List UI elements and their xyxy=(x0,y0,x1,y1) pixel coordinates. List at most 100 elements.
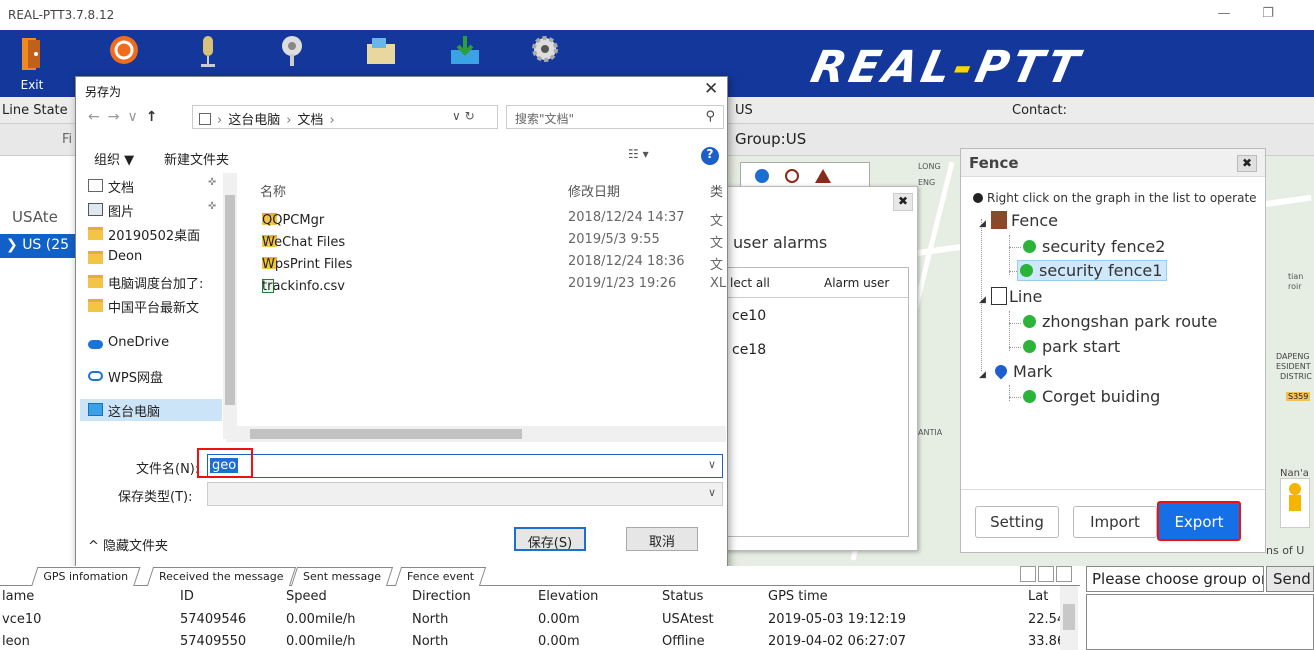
message-input[interactable] xyxy=(1086,594,1314,650)
pin-icon[interactable]: ✜ xyxy=(208,177,216,188)
scroll-thumb[interactable] xyxy=(225,195,235,405)
grid-cell[interactable]: North xyxy=(412,612,448,627)
grid-header[interactable]: Speed xyxy=(286,589,327,604)
grid-header[interactable]: ID xyxy=(180,589,194,604)
grid-cell[interactable]: 57409550 xyxy=(180,634,246,649)
navigation-arrows[interactable]: ←→∨↑ xyxy=(88,109,165,125)
scroll-thumb[interactable] xyxy=(1063,604,1075,630)
tree-item-fence-selected[interactable]: security fence1 xyxy=(1017,260,1168,281)
chevron-down-icon[interactable]: ∨ xyxy=(708,458,716,471)
ring-tool-icon[interactable] xyxy=(785,169,799,183)
nav-item-onedrive[interactable]: OneDrive xyxy=(80,333,222,355)
file-row[interactable]: QQPCMgr 2018/12/24 14:37 文 xyxy=(240,207,726,229)
grid-cell[interactable]: 0.00mile/h xyxy=(286,634,355,649)
group-chooser[interactable]: Please choose group or xyxy=(1086,566,1264,592)
dialog-close-button[interactable]: ✕ xyxy=(704,79,718,99)
tree-group-fence[interactable]: ◢ Fence xyxy=(979,211,1058,230)
grid-cell[interactable]: vce10 xyxy=(2,612,41,627)
view-options-icon[interactable]: ☷ ▾ xyxy=(628,147,649,161)
tree-node-us[interactable]: ❯ US (25 xyxy=(0,234,76,258)
grid-cell[interactable]: 57409546 xyxy=(180,612,246,627)
column-header-type[interactable]: 类 xyxy=(710,181,723,200)
column-header-name[interactable]: 名称 xyxy=(260,181,286,200)
file-row[interactable]: WeChat Files 2019/5/3 9:55 文 xyxy=(240,229,726,251)
chevron-down-icon[interactable]: ∨ xyxy=(708,486,716,499)
tree-item-fence[interactable]: security fence2 xyxy=(1023,237,1165,256)
scroll-thumb[interactable] xyxy=(250,429,522,439)
new-folder-button[interactable]: 新建文件夹 xyxy=(164,149,229,168)
cancel-button[interactable]: 取消 xyxy=(626,527,698,551)
grid-cell[interactable]: North xyxy=(412,634,448,649)
circle-tool-icon[interactable] xyxy=(755,169,769,183)
alarm-list-item[interactable]: ce10 xyxy=(732,308,766,324)
alarm-list-item[interactable]: ce18 xyxy=(732,342,766,358)
tab-received-message[interactable]: Received the message xyxy=(146,567,296,586)
send-button[interactable]: Send xyxy=(1266,566,1314,592)
file-row[interactable]: trackinfo.csv 2019/1/23 19:26 XL xyxy=(240,273,726,295)
maximize-button[interactable]: ❐ xyxy=(1258,6,1278,24)
search-input[interactable]: 搜索"文档" ⚲ xyxy=(506,105,724,129)
nav-item-pictures[interactable]: 图片 ✜ xyxy=(80,199,222,221)
collapse-arrow-icon[interactable]: ◢ xyxy=(979,295,986,305)
breadcrumb-this-pc[interactable]: 这台电脑 xyxy=(228,113,280,128)
collapse-arrow-icon[interactable]: ◢ xyxy=(979,370,986,380)
hide-folders-toggle[interactable]: ^ 隐藏文件夹 xyxy=(88,535,168,554)
nav-item-folder[interactable]: 20190502桌面 xyxy=(80,223,222,245)
nav-pane-scrollbar[interactable] xyxy=(223,173,237,439)
exit-button[interactable]: Exit xyxy=(10,34,54,92)
layout-button[interactable] xyxy=(1038,566,1054,582)
select-all-label[interactable]: lect all xyxy=(730,276,770,290)
tree-item-line[interactable]: park start xyxy=(1023,337,1120,356)
grid-scrollbar[interactable] xyxy=(1060,586,1078,650)
file-row[interactable]: WpsPrint Files 2018/12/24 18:36 文 xyxy=(240,251,726,273)
grid-cell[interactable]: 0.00m xyxy=(538,634,580,649)
nav-item-folder[interactable]: 中国平台最新文 xyxy=(80,295,222,317)
grid-header[interactable]: Direction xyxy=(412,589,471,604)
nav-item-wps-cloud[interactable]: WPS网盘 xyxy=(80,365,222,387)
file-list-hscrollbar[interactable] xyxy=(226,426,726,442)
nav-item-folder[interactable]: Deon xyxy=(80,247,222,269)
nav-item-this-pc[interactable]: 这台电脑 xyxy=(80,399,222,421)
tree-item-line[interactable]: zhongshan park route xyxy=(1023,312,1217,331)
collapse-arrow-icon[interactable]: ◢ xyxy=(979,219,986,229)
column-header-date[interactable]: 修改日期 xyxy=(568,181,620,200)
tree-item-mark[interactable]: Corget buiding xyxy=(1023,387,1160,406)
map-drawing-tools[interactable] xyxy=(740,162,870,188)
layout-button[interactable] xyxy=(1020,566,1036,582)
pin-icon[interactable]: ✜ xyxy=(208,201,216,212)
save-button[interactable]: 保存(S) xyxy=(514,527,586,551)
filename-input[interactable]: geo ∨ xyxy=(207,454,723,478)
setting-button[interactable]: Setting xyxy=(975,506,1059,538)
grid-cell[interactable]: 2019-05-03 19:12:19 xyxy=(768,612,906,627)
tab-sent-message[interactable]: Sent message xyxy=(290,567,394,586)
import-button[interactable]: Import xyxy=(1073,506,1157,538)
address-refresh-icon[interactable]: ∨ ↻ xyxy=(452,109,475,123)
help-icon[interactable]: ? xyxy=(701,147,719,165)
left-tab-label[interactable]: Fi xyxy=(62,132,72,147)
grid-header[interactable]: Elevation xyxy=(538,589,598,604)
grid-header[interactable]: lame xyxy=(2,589,34,604)
grid-cell[interactable]: 0.00mile/h xyxy=(286,612,355,627)
breadcrumb-documents[interactable]: 文档 xyxy=(297,113,323,128)
tab-fence-event[interactable]: Fence event xyxy=(394,567,487,586)
tree-group-mark[interactable]: ◢ Mark xyxy=(979,362,1052,381)
alarms-close-button[interactable]: ✖ xyxy=(893,193,913,211)
tree-node-usate[interactable]: USAte xyxy=(12,208,58,226)
grid-header[interactable]: GPS time xyxy=(768,589,828,604)
grid-header[interactable]: Lat xyxy=(1028,589,1048,604)
grid-cell[interactable]: Offline xyxy=(662,634,705,649)
nav-item-documents[interactable]: 文档 ✜ xyxy=(80,175,222,197)
street-view-pegman[interactable] xyxy=(1280,478,1310,528)
grid-cell[interactable]: 0.00m xyxy=(538,612,580,627)
tree-group-line[interactable]: ◢ Line xyxy=(979,287,1042,306)
layout-button[interactable] xyxy=(1056,566,1072,582)
minimize-button[interactable]: — xyxy=(1214,6,1234,24)
fence-close-button[interactable]: ✖ xyxy=(1237,155,1257,172)
grid-cell[interactable]: leon xyxy=(2,634,30,649)
filetype-select[interactable]: ∨ xyxy=(207,482,723,506)
grid-cell[interactable]: USAtest xyxy=(662,612,714,627)
organize-menu[interactable]: 组织 ▼ xyxy=(94,149,134,168)
tab-gps-information[interactable]: GPS infomation xyxy=(30,567,141,588)
export-button[interactable]: Export xyxy=(1157,501,1241,541)
polygon-tool-icon[interactable] xyxy=(815,169,831,183)
